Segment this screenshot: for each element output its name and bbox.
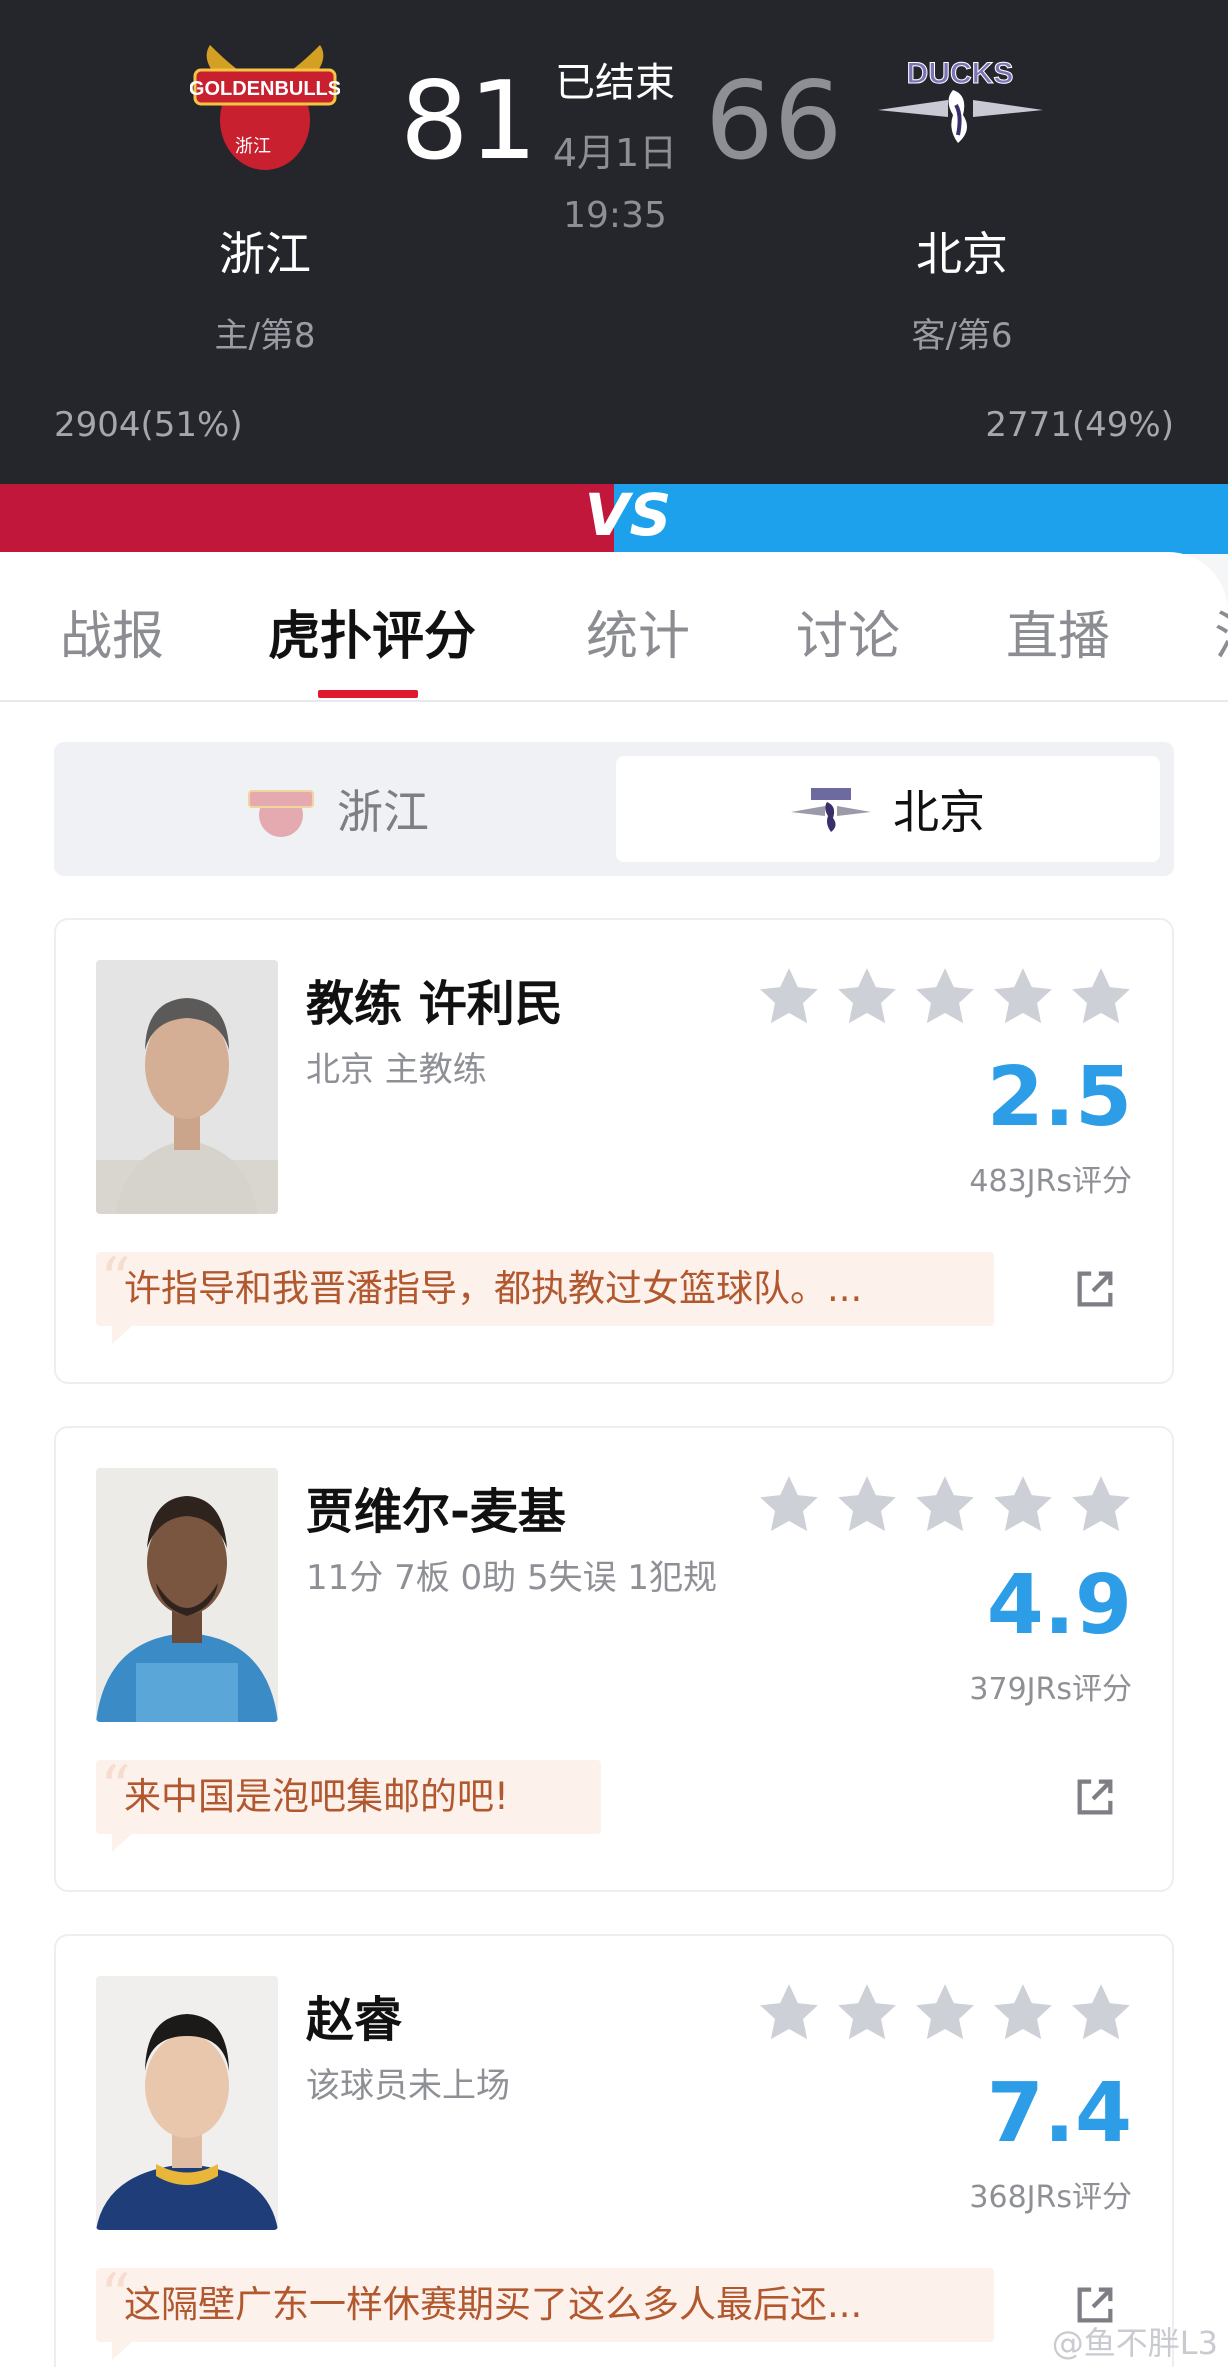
rating-card[interactable]: 贾维尔-麦基 11分 7板 0助 5失误 1犯规 4.9 379JRs评分 来中… [54, 1426, 1174, 1892]
player-avatar[interactable] [96, 1976, 278, 2230]
team-toggle-away[interactable]: 北京 [616, 756, 1160, 862]
star-icon[interactable] [834, 1472, 900, 1538]
player-name: 教练 许利民 [306, 976, 563, 1032]
home-team-rank: 主/第8 [214, 316, 316, 356]
home-score: 81 [400, 59, 538, 184]
quote-icon: “ [100, 2261, 131, 2331]
away-score: 66 [705, 59, 843, 184]
team-toggle-home-label: 浙江 [337, 785, 429, 839]
star-icon[interactable] [990, 964, 1056, 1030]
star-icon[interactable] [834, 964, 900, 1030]
comment-bubble-tail [112, 1834, 132, 1852]
player-avatar[interactable] [96, 1468, 278, 1722]
away-team-name: 北京 [916, 227, 1008, 281]
star-rating-input[interactable] [756, 1980, 1134, 2046]
tab-discussion[interactable]: 讨论 [796, 594, 900, 669]
star-icon[interactable] [756, 1472, 822, 1538]
support-bar: VS [0, 484, 1228, 554]
average-rating: 2.5 [986, 1050, 1132, 1145]
player-description: 该球员未上场 [306, 2066, 510, 2106]
rating-count: 483JRs评分 [969, 1164, 1132, 1199]
svg-text:DUCKS: DUCKS [907, 57, 1014, 90]
home-support-bar [0, 484, 614, 554]
top-comment[interactable]: 来中国是泡吧集邮的吧! [96, 1760, 601, 1834]
active-tab-indicator [318, 690, 418, 698]
star-icon[interactable] [912, 1980, 978, 2046]
tab-stats[interactable]: 统计 [586, 594, 690, 669]
team-toggle: 浙江 北京 [54, 742, 1174, 876]
comment-bubble-tail [112, 2342, 132, 2360]
match-time: 19:35 [563, 195, 667, 236]
star-icon[interactable] [756, 1980, 822, 2046]
star-rating-input[interactable] [756, 1472, 1134, 1538]
away-team-mini-logo [791, 788, 871, 832]
watermark: @鱼不胖L3 [1051, 2324, 1218, 2362]
comment-bubble-tail [112, 1326, 132, 1344]
star-icon[interactable] [1068, 1980, 1134, 2046]
away-support-count: 2771(49%) [985, 405, 1174, 445]
average-rating: 7.4 [986, 2066, 1132, 2161]
rating-count: 368JRs评分 [969, 2180, 1132, 2215]
home-support-count: 2904(51%) [54, 405, 243, 445]
team-toggle-away-label: 北京 [893, 785, 985, 839]
away-support-bar [614, 484, 1228, 554]
match-date: 4月1日 [552, 131, 678, 175]
star-icon[interactable] [912, 964, 978, 1030]
tab-report[interactable]: 战报 [60, 594, 164, 669]
star-icon[interactable] [1068, 1472, 1134, 1538]
quote-icon: “ [100, 1753, 131, 1823]
home-team-mini-logo [248, 790, 314, 837]
player-name: 贾维尔-麦基 [306, 1484, 566, 1540]
rating-card[interactable]: 教练 许利民 北京 主教练 2.5 483JRs评分 许指导和我晋潘指导，都执教… [54, 918, 1174, 1384]
player-name: 赵睿 [306, 1992, 403, 2048]
star-icon[interactable] [912, 1472, 978, 1538]
player-description: 北京 主教练 [306, 1050, 487, 1090]
player-description: 11分 7板 0助 5失误 1犯规 [306, 1558, 718, 1598]
team-toggle-home[interactable]: 浙江 [68, 756, 608, 862]
quote-icon: “ [100, 1245, 131, 1315]
svg-text:GOLDENBULLS: GOLDENBULLS [190, 78, 340, 100]
match-header: GOLDENBULLS 浙江 81 已结束 4月1日 19:35 66 DUCK… [0, 0, 1228, 484]
home-team-logo[interactable]: GOLDENBULLS 浙江 [190, 40, 340, 180]
away-team-logo[interactable]: DUCKS [878, 55, 1043, 155]
star-icon[interactable] [990, 1980, 1056, 2046]
top-comment[interactable]: 许指导和我晋潘指导，都执教过女篮球队。... [96, 1252, 994, 1326]
vs-label: VS [584, 481, 672, 549]
star-icon[interactable] [756, 964, 822, 1030]
share-icon[interactable] [1072, 1774, 1118, 1820]
away-team-rank: 客/第6 [911, 316, 1013, 356]
star-icon[interactable] [1068, 964, 1134, 1030]
match-status: 已结束 [555, 60, 675, 106]
star-icon[interactable] [834, 1980, 900, 2046]
home-team-name: 浙江 [219, 227, 311, 281]
player-avatar[interactable] [96, 960, 278, 1214]
star-icon[interactable] [990, 1472, 1056, 1538]
rating-count: 379JRs评分 [969, 1672, 1132, 1707]
tab-bar: 战报 虎扑评分 统计 讨论 直播 油 [0, 552, 1228, 702]
share-icon[interactable] [1072, 1266, 1118, 1312]
svg-text:浙江: 浙江 [235, 136, 271, 157]
rating-card[interactable]: 赵睿 该球员未上场 7.4 368JRs评分 这隔壁广东一样休赛期买了这么多人最… [54, 1934, 1174, 2367]
star-rating-input[interactable] [756, 964, 1134, 1030]
tab-more[interactable]: 油 [1214, 594, 1228, 669]
tab-rating[interactable]: 虎扑评分 [268, 594, 476, 669]
average-rating: 4.9 [986, 1558, 1132, 1653]
tab-live[interactable]: 直播 [1006, 594, 1110, 669]
top-comment[interactable]: 这隔壁广东一样休赛期买了这么多人最后还... [96, 2268, 994, 2342]
